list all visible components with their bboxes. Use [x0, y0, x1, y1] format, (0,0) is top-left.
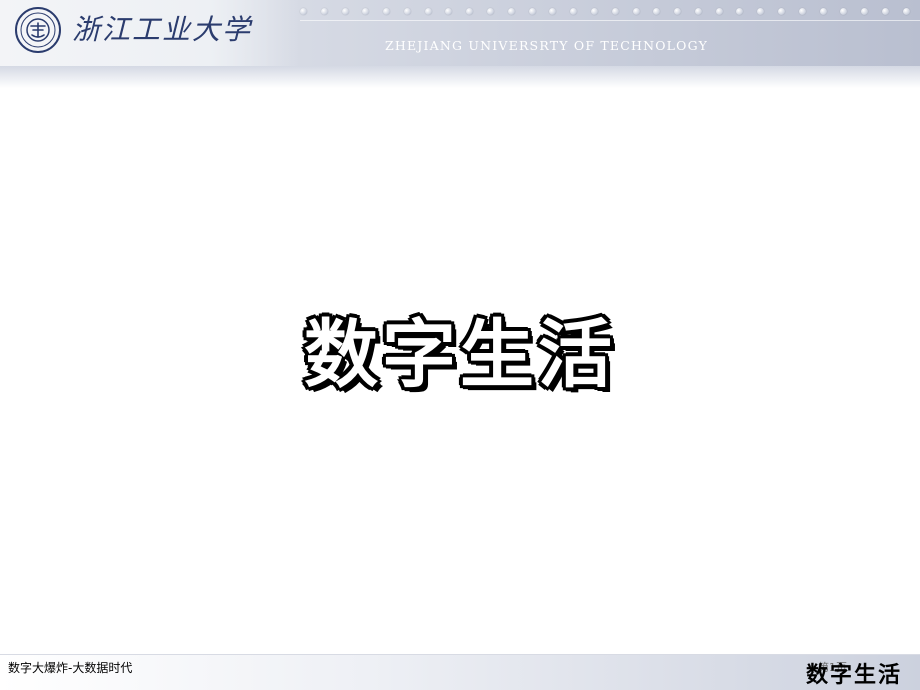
slide-title: 数字生活 — [303, 311, 616, 400]
footer-bar: 数字大爆炸-大数据时代 第1页 数字生活 — [0, 654, 920, 690]
decorative-dot — [590, 8, 598, 15]
decorative-dot — [300, 8, 307, 15]
decorative-dot — [466, 8, 474, 15]
decorative-dot — [881, 8, 889, 15]
decorative-dot — [320, 8, 328, 15]
footer-presentation-title: 数字大爆炸-大数据时代 — [8, 661, 133, 675]
decorative-dot — [819, 8, 827, 15]
decorative-dot — [798, 8, 806, 15]
decorative-dot — [528, 8, 536, 15]
decorative-dot — [757, 8, 765, 15]
decorative-dot — [507, 8, 515, 15]
header-fade — [0, 66, 920, 88]
slide: 浙江工业大学 ZHEJIANG UNIVERSRTY OF TECHNOLOGY… — [0, 0, 920, 690]
decorative-dot — [777, 8, 785, 15]
header-stripe — [300, 20, 920, 21]
decorative-dot — [611, 8, 619, 15]
decorative-dots — [300, 8, 910, 16]
footer-section-title: 数字生活 — [805, 663, 902, 688]
decorative-dot — [424, 8, 432, 15]
decorative-dot — [653, 8, 661, 15]
decorative-dot — [715, 8, 723, 15]
university-seal-icon — [15, 7, 61, 53]
decorative-dot — [570, 8, 578, 15]
university-english-name: ZHEJIANG UNIVERSRTY OF TECHNOLOGY — [385, 38, 709, 53]
header-banner: 浙江工业大学 ZHEJIANG UNIVERSRTY OF TECHNOLOGY — [0, 0, 920, 66]
decorative-dot — [362, 8, 370, 15]
decorative-dot — [487, 8, 495, 15]
university-name: 浙江工业大学 — [72, 13, 253, 46]
decorative-dot — [341, 8, 349, 15]
decorative-dot — [736, 8, 744, 15]
decorative-dot — [549, 8, 557, 15]
decorative-dot — [902, 8, 910, 15]
decorative-dot — [674, 8, 682, 15]
decorative-dot — [840, 8, 848, 15]
decorative-dot — [445, 8, 453, 15]
decorative-dot — [632, 8, 640, 15]
decorative-dot — [403, 8, 411, 15]
decorative-dot — [383, 8, 391, 15]
decorative-dot — [694, 8, 702, 15]
decorative-dot — [861, 8, 869, 15]
